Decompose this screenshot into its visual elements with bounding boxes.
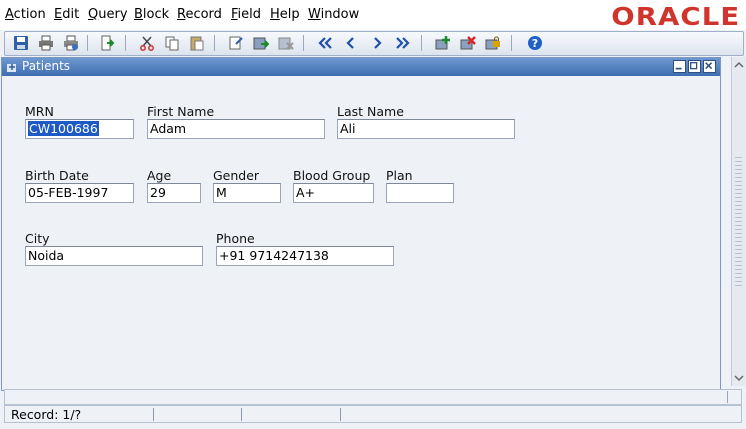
scroll-up-icon[interactable] — [732, 58, 746, 72]
previous-record-icon[interactable] — [343, 35, 359, 51]
plan-label: Plan — [386, 168, 413, 183]
minimize-icon[interactable] — [673, 60, 686, 73]
toolbar-separator — [511, 35, 512, 51]
next-record-icon[interactable] — [369, 35, 385, 51]
birth-date-label: Birth Date — [25, 168, 89, 183]
close-icon[interactable] — [703, 60, 716, 73]
toolbar: ? — [4, 31, 744, 56]
blood-group-field[interactable]: A+ — [293, 183, 374, 203]
toolbar-separator — [214, 35, 215, 51]
toolbar-separator — [303, 35, 304, 51]
status-divider — [153, 408, 154, 421]
plan-field[interactable] — [386, 183, 454, 203]
menu-help[interactable]: Help — [270, 7, 300, 22]
gender-field[interactable]: M — [213, 183, 281, 203]
menu-edit[interactable]: Edit — [54, 7, 79, 22]
first-name-field[interactable]: Adam — [147, 119, 325, 139]
horizontal-scrollbar[interactable] — [4, 389, 742, 405]
record-status: Record: 1/? — [11, 407, 82, 422]
print-setup-icon[interactable] — [63, 35, 79, 51]
first-name-label: First Name — [147, 104, 215, 119]
birth-date-field[interactable]: 05-FEB-1997 — [25, 183, 134, 203]
toolbar-separator — [421, 35, 422, 51]
city-label: City — [25, 231, 50, 246]
delete-record-icon[interactable] — [460, 35, 476, 51]
mrn-value: CW100686 — [28, 121, 99, 136]
blood-group-label: Blood Group — [293, 168, 371, 183]
paste-icon[interactable] — [189, 35, 205, 51]
phone-field[interactable]: +91 9714247138 — [216, 246, 394, 266]
gender-label: Gender — [213, 168, 260, 183]
scroll-grip[interactable] — [735, 157, 742, 287]
vertical-scrollbar[interactable] — [731, 57, 746, 386]
menu-query[interactable]: Query — [88, 7, 128, 22]
window-title: Patients — [22, 59, 71, 73]
copy-icon[interactable] — [164, 35, 180, 51]
help-icon[interactable]: ? — [527, 35, 543, 51]
menu-window[interactable]: Window — [308, 7, 359, 22]
previous-block-icon[interactable] — [317, 35, 333, 51]
toolbar-separator — [125, 35, 126, 51]
menu-record[interactable]: Record — [177, 7, 222, 22]
mrn-label: MRN — [25, 104, 54, 119]
toolbar-separator — [87, 35, 88, 51]
status-bar: Record: 1/? — [4, 405, 742, 423]
oracle-logo: ORACLE — [611, 2, 740, 31]
status-divider — [340, 408, 341, 421]
city-field[interactable]: Noida — [25, 246, 203, 266]
menu-block[interactable]: Block — [134, 7, 169, 22]
execute-query-icon[interactable] — [253, 35, 269, 51]
age-field[interactable]: 29 — [147, 183, 201, 203]
svg-text:?: ? — [532, 37, 538, 50]
enter-query-icon[interactable] — [228, 35, 244, 51]
last-name-field[interactable]: Ali — [337, 119, 515, 139]
lock-record-icon[interactable] — [485, 35, 501, 51]
menu-field[interactable]: Field — [231, 7, 261, 22]
insert-record-icon[interactable] — [435, 35, 451, 51]
exit-icon[interactable] — [100, 35, 116, 51]
scroll-divider — [727, 391, 728, 403]
window-icon — [6, 61, 18, 73]
next-block-icon[interactable] — [395, 35, 411, 51]
print-icon[interactable] — [38, 35, 54, 51]
menu-action[interactable]: Action — [5, 7, 46, 22]
age-label: Age — [147, 168, 172, 183]
window-title-bar[interactable]: Patients — [2, 58, 720, 76]
phone-label: Phone — [216, 231, 255, 246]
menu-bar: Action Edit Query Block Record Field Hel… — [0, 0, 746, 31]
mrn-field[interactable]: CW100686 — [25, 119, 134, 139]
status-divider — [241, 408, 242, 421]
cut-icon[interactable] — [139, 35, 155, 51]
last-name-label: Last Name — [337, 104, 404, 119]
patients-window: Patients MRN CW100686 First Name Adam La… — [1, 57, 721, 391]
maximize-icon[interactable] — [688, 60, 701, 73]
scroll-down-icon[interactable] — [732, 371, 746, 385]
cancel-query-icon[interactable] — [278, 35, 294, 51]
save-icon[interactable] — [13, 35, 29, 51]
